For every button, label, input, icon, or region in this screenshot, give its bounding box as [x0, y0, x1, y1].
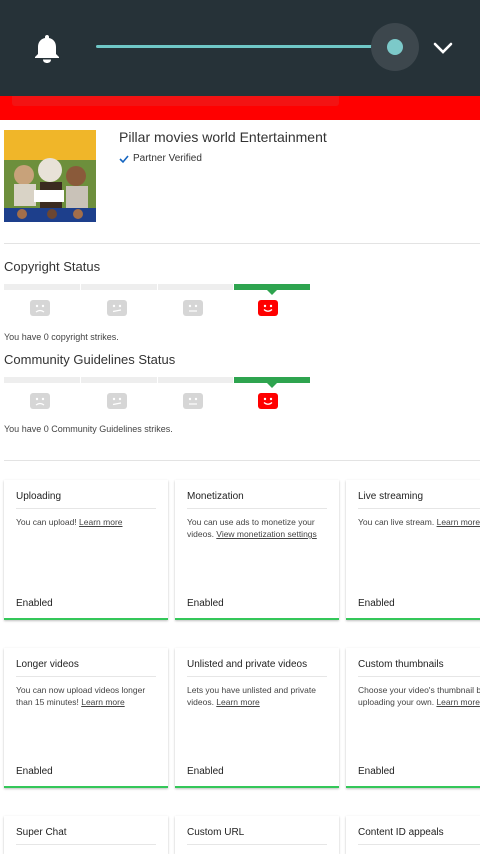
card-title: Monetization: [187, 491, 244, 502]
card-status: Enabled: [187, 766, 224, 777]
card-status: Enabled: [187, 598, 224, 609]
card-description: You can live stream. Learn more: [358, 517, 480, 527]
strike-segment: [80, 284, 157, 290]
copyright-strike-count: You have 0 copyright strikes.: [4, 332, 119, 342]
strike-segment: [80, 377, 157, 383]
card-divider: [187, 508, 327, 509]
card-status: Enabled: [358, 598, 395, 609]
community-status-faces: [4, 393, 310, 413]
feature-card-content-id-appeals: Content ID appeals: [346, 816, 480, 854]
divider: [4, 243, 480, 244]
brightness-slider-track[interactable]: [96, 45, 396, 48]
card-divider: [16, 844, 156, 845]
card-status: Enabled: [16, 766, 53, 777]
copyright-status-title: Copyright Status: [4, 259, 101, 274]
meh-face-icon: [107, 300, 127, 316]
strike-segment-active: [234, 284, 310, 295]
feature-card-super-chat: Super Chat: [4, 816, 168, 854]
card-description: You can now upload videos longer than 15…: [16, 685, 146, 707]
verified-label: Partner Verified: [133, 153, 202, 164]
feature-card-unlisted-private: Unlisted and private videos Lets you hav…: [175, 648, 339, 788]
check-icon: [119, 154, 129, 163]
card-title: Longer videos: [16, 659, 79, 670]
notification-bar: [0, 0, 480, 96]
slider-thumb[interactable]: [387, 39, 403, 55]
feature-card-custom-thumbnails: Custom thumbnails Choose your video's th…: [346, 648, 480, 788]
card-description: Lets you have unlisted and private video…: [187, 685, 317, 707]
learn-more-link[interactable]: Learn more: [79, 517, 122, 527]
bell-icon[interactable]: [32, 32, 62, 64]
learn-more-link[interactable]: Learn more: [437, 517, 480, 527]
partner-verified-badge: Partner Verified: [119, 153, 202, 164]
neutral-face-icon: [183, 393, 203, 409]
card-status: Enabled: [358, 766, 395, 777]
card-divider: [187, 676, 327, 677]
learn-more-link[interactable]: Learn more: [81, 697, 124, 707]
monetization-settings-link[interactable]: View monetization settings: [216, 529, 316, 539]
card-divider: [358, 508, 480, 509]
feature-card-longer-videos: Longer videos You can now upload videos …: [4, 648, 168, 788]
chevron-down-icon[interactable]: [432, 38, 454, 58]
copyright-strike-meter: [4, 284, 310, 295]
feature-card-monetization: Monetization You can use ads to monetize…: [175, 480, 339, 620]
neutral-face-icon: [183, 300, 203, 316]
channel-name: Pillar movies world Entertainment: [119, 129, 327, 145]
card-divider: [358, 844, 480, 845]
card-description: You can use ads to monetize your videos.…: [187, 517, 317, 539]
card-divider: [16, 676, 156, 677]
card-title: Uploading: [16, 491, 62, 502]
community-strike-count: You have 0 Community Guidelines strikes.: [4, 424, 173, 434]
card-description: Choose your video's thumbnail by uploadi…: [358, 685, 480, 707]
sad-face-icon: [30, 300, 50, 316]
strike-segment: [4, 377, 80, 383]
feature-card-uploading: Uploading You can upload! Learn more Ena…: [4, 480, 168, 620]
card-title: Live streaming: [358, 491, 424, 502]
feature-card-live-streaming: Live streaming You can live stream. Lear…: [346, 480, 480, 620]
happy-face-icon: [258, 393, 278, 409]
card-divider: [187, 844, 327, 845]
card-status: Enabled: [16, 598, 53, 609]
feature-card-custom-url: Custom URL: [175, 816, 339, 854]
card-description: You can upload! Learn more: [16, 517, 123, 527]
strike-segment: [157, 377, 234, 383]
card-title: Unlisted and private videos: [187, 659, 308, 670]
divider: [4, 460, 480, 461]
community-strike-meter: [4, 377, 310, 388]
red-header-strip: [0, 96, 480, 120]
card-divider: [358, 676, 480, 677]
happy-face-icon: [258, 300, 278, 316]
channel-thumbnail[interactable]: [4, 130, 96, 222]
card-title: Custom URL: [187, 827, 245, 838]
strike-segment-active: [234, 377, 310, 388]
card-title: Custom thumbnails: [358, 659, 444, 670]
community-status-title: Community Guidelines Status: [4, 352, 176, 367]
card-title: Content ID appeals: [358, 827, 444, 838]
learn-more-link[interactable]: Learn more: [216, 697, 259, 707]
learn-more-link[interactable]: Learn more: [436, 697, 479, 707]
card-title: Super Chat: [16, 827, 67, 838]
copyright-status-faces: [4, 300, 310, 320]
sad-face-icon: [30, 393, 50, 409]
header-button-shadow: [12, 96, 339, 106]
strike-segment: [4, 284, 80, 290]
strike-segment: [157, 284, 234, 290]
card-divider: [16, 508, 156, 509]
meh-face-icon: [107, 393, 127, 409]
